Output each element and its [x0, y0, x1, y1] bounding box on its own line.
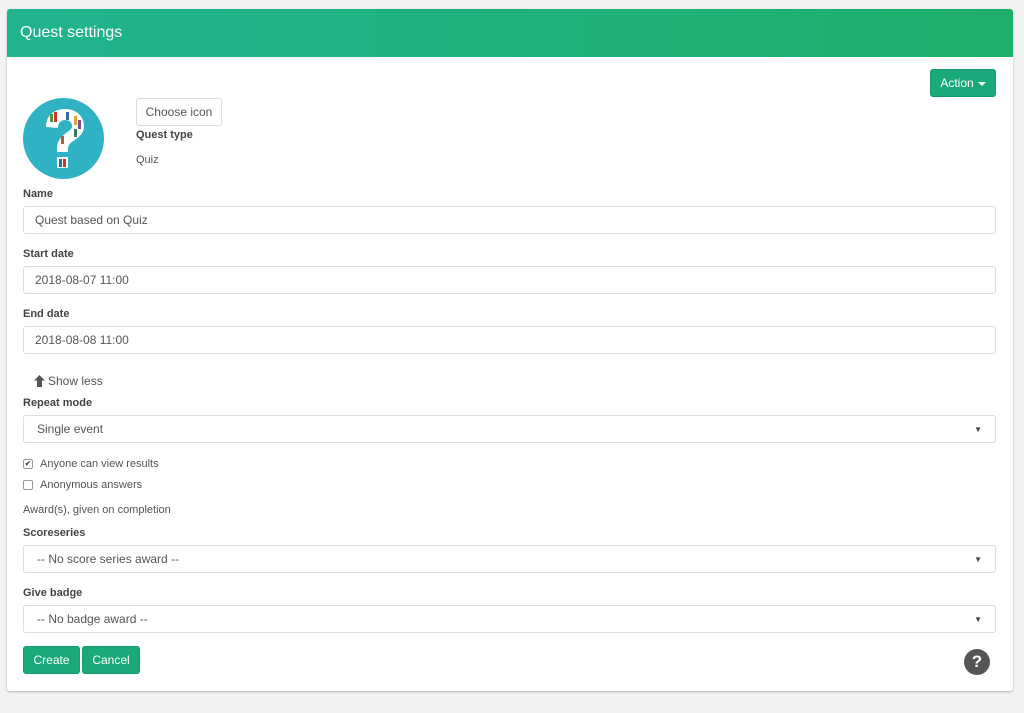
- start-date-label: Start date: [23, 248, 74, 260]
- give-badge-select[interactable]: -- No badge award -- ▼: [23, 605, 996, 633]
- select-arrow-icon: ▼: [974, 614, 982, 624]
- scoreseries-select[interactable]: -- No score series award -- ▼: [23, 545, 996, 573]
- scoreseries-value: -- No score series award --: [37, 552, 180, 566]
- cancel-button[interactable]: Cancel: [82, 646, 140, 674]
- show-less-label: Show less: [48, 374, 103, 388]
- quest-type-label: Quest type: [136, 129, 193, 141]
- end-date-input[interactable]: 2018-08-08 11:00: [23, 326, 996, 354]
- repeat-mode-label: Repeat mode: [23, 397, 93, 409]
- start-date-input[interactable]: 2018-08-07 11:00: [23, 266, 996, 294]
- anyone-can-view-row[interactable]: ✔ Anyone can view results: [23, 458, 159, 470]
- help-icon[interactable]: ?: [964, 649, 990, 675]
- end-date-value: 2018-08-08 11:00: [35, 333, 129, 347]
- select-arrow-icon: ▼: [974, 424, 982, 434]
- quest-settings-panel: Quest settings Action Choose icon Quest …: [7, 9, 1013, 691]
- panel-header: Quest settings: [7, 9, 1013, 57]
- select-arrow-icon: ▼: [974, 554, 982, 564]
- name-input-value: Quest based on Quiz: [35, 213, 148, 227]
- anonymous-answers-checkbox[interactable]: [23, 480, 33, 490]
- repeat-mode-value: Single event: [37, 422, 104, 436]
- create-button[interactable]: Create: [23, 646, 80, 674]
- arrow-up-icon: [34, 375, 45, 387]
- scoreseries-label: Scoreseries: [23, 527, 86, 539]
- choose-icon-button[interactable]: Choose icon: [136, 98, 222, 126]
- quest-type-value: Quiz: [136, 154, 159, 166]
- end-date-label: End date: [23, 308, 70, 320]
- question-mark-books-icon: [45, 108, 84, 168]
- name-label: Name: [23, 188, 53, 200]
- page-title: Quest settings: [20, 24, 123, 41]
- action-button-label: Action: [940, 76, 974, 90]
- anyone-can-view-label: Anyone can view results: [40, 458, 159, 470]
- show-less-toggle[interactable]: Show less: [34, 374, 103, 388]
- give-badge-value: -- No badge award --: [37, 612, 148, 626]
- give-badge-label: Give badge: [23, 587, 83, 599]
- name-input[interactable]: Quest based on Quiz: [23, 206, 996, 234]
- awards-text: Award(s), given on completion: [23, 504, 171, 516]
- anyone-can-view-checkbox[interactable]: ✔: [23, 459, 33, 469]
- start-date-value: 2018-08-07 11:00: [35, 273, 129, 287]
- action-dropdown-button[interactable]: Action: [930, 69, 996, 97]
- anonymous-answers-label: Anonymous answers: [40, 479, 143, 491]
- quest-icon: [23, 98, 104, 179]
- anonymous-answers-row[interactable]: Anonymous answers: [23, 479, 142, 491]
- caret-down-icon: [977, 81, 986, 86]
- repeat-mode-select[interactable]: Single event ▼: [23, 415, 996, 443]
